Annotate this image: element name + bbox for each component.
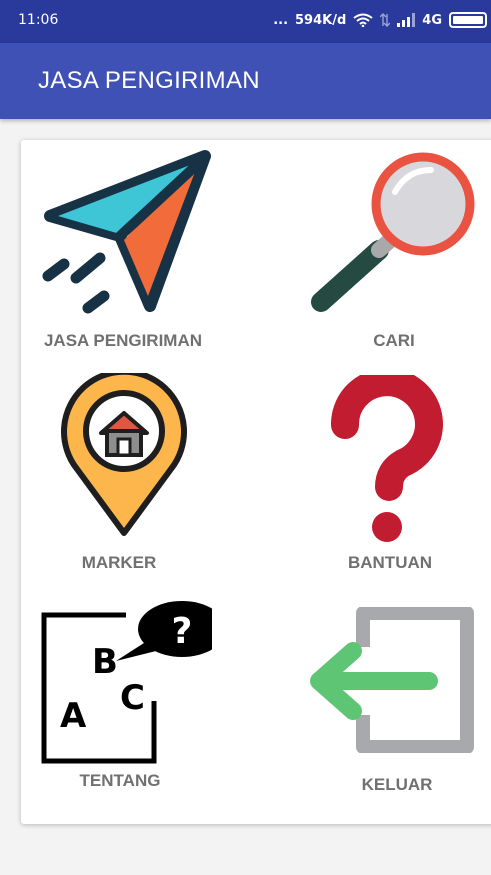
menu-item-label: KELUAR [361,775,433,794]
app-bar: JASA PENGIRIMAN [0,43,491,119]
status-icons: ... 594K/d 4G [273,12,487,28]
signal-icon [397,13,416,27]
menu-item-label: CARI [373,331,415,350]
svg-text:A: A [60,696,87,736]
app-title: JASA PENGIRIMAN [38,67,260,94]
magnifier-icon [311,152,475,312]
menu-item-label: TENTANG [79,771,161,790]
question-mark-icon [331,375,443,542]
status-bar: 11:06 ... 594K/d 4G [0,0,491,43]
menu-item-keluar[interactable]: KELUAR [261,585,491,824]
svg-text:?: ? [172,611,193,652]
data-transfer-icon [380,13,391,27]
exit-icon [310,607,474,753]
status-time: 11:06 [18,12,59,28]
status-dots: ... [273,12,289,28]
menu-item-bantuan[interactable]: BANTUAN [261,365,491,585]
menu-item-label: JASA PENGIRIMAN [43,331,203,350]
menu-item-marker[interactable]: MARKER [21,365,261,585]
menu-item-label: BANTUAN [347,553,433,572]
map-marker-icon [61,373,187,536]
wifi-icon [353,13,373,27]
network-speed: 594K/d [295,12,347,28]
menu-item-tentang[interactable]: ? B C A TENTANG [21,585,261,824]
network-type: 4G [422,12,442,28]
abc-question-icon: ? B C A [41,601,212,764]
menu-item-label: MARKER [81,553,157,572]
svg-text:B: B [92,642,118,682]
menu-item-cari[interactable]: CARI [261,140,491,365]
menu-item-jasa-pengiriman[interactable]: JASA PENGIRIMAN [21,140,261,365]
battery-icon [449,12,487,28]
paper-plane-icon [42,150,211,314]
menu-card: JASA PENGIRIMAN CARI MARKER BANTUAN ? B … [21,140,491,824]
svg-text:C: C [120,678,145,718]
bottom-area [0,838,491,875]
